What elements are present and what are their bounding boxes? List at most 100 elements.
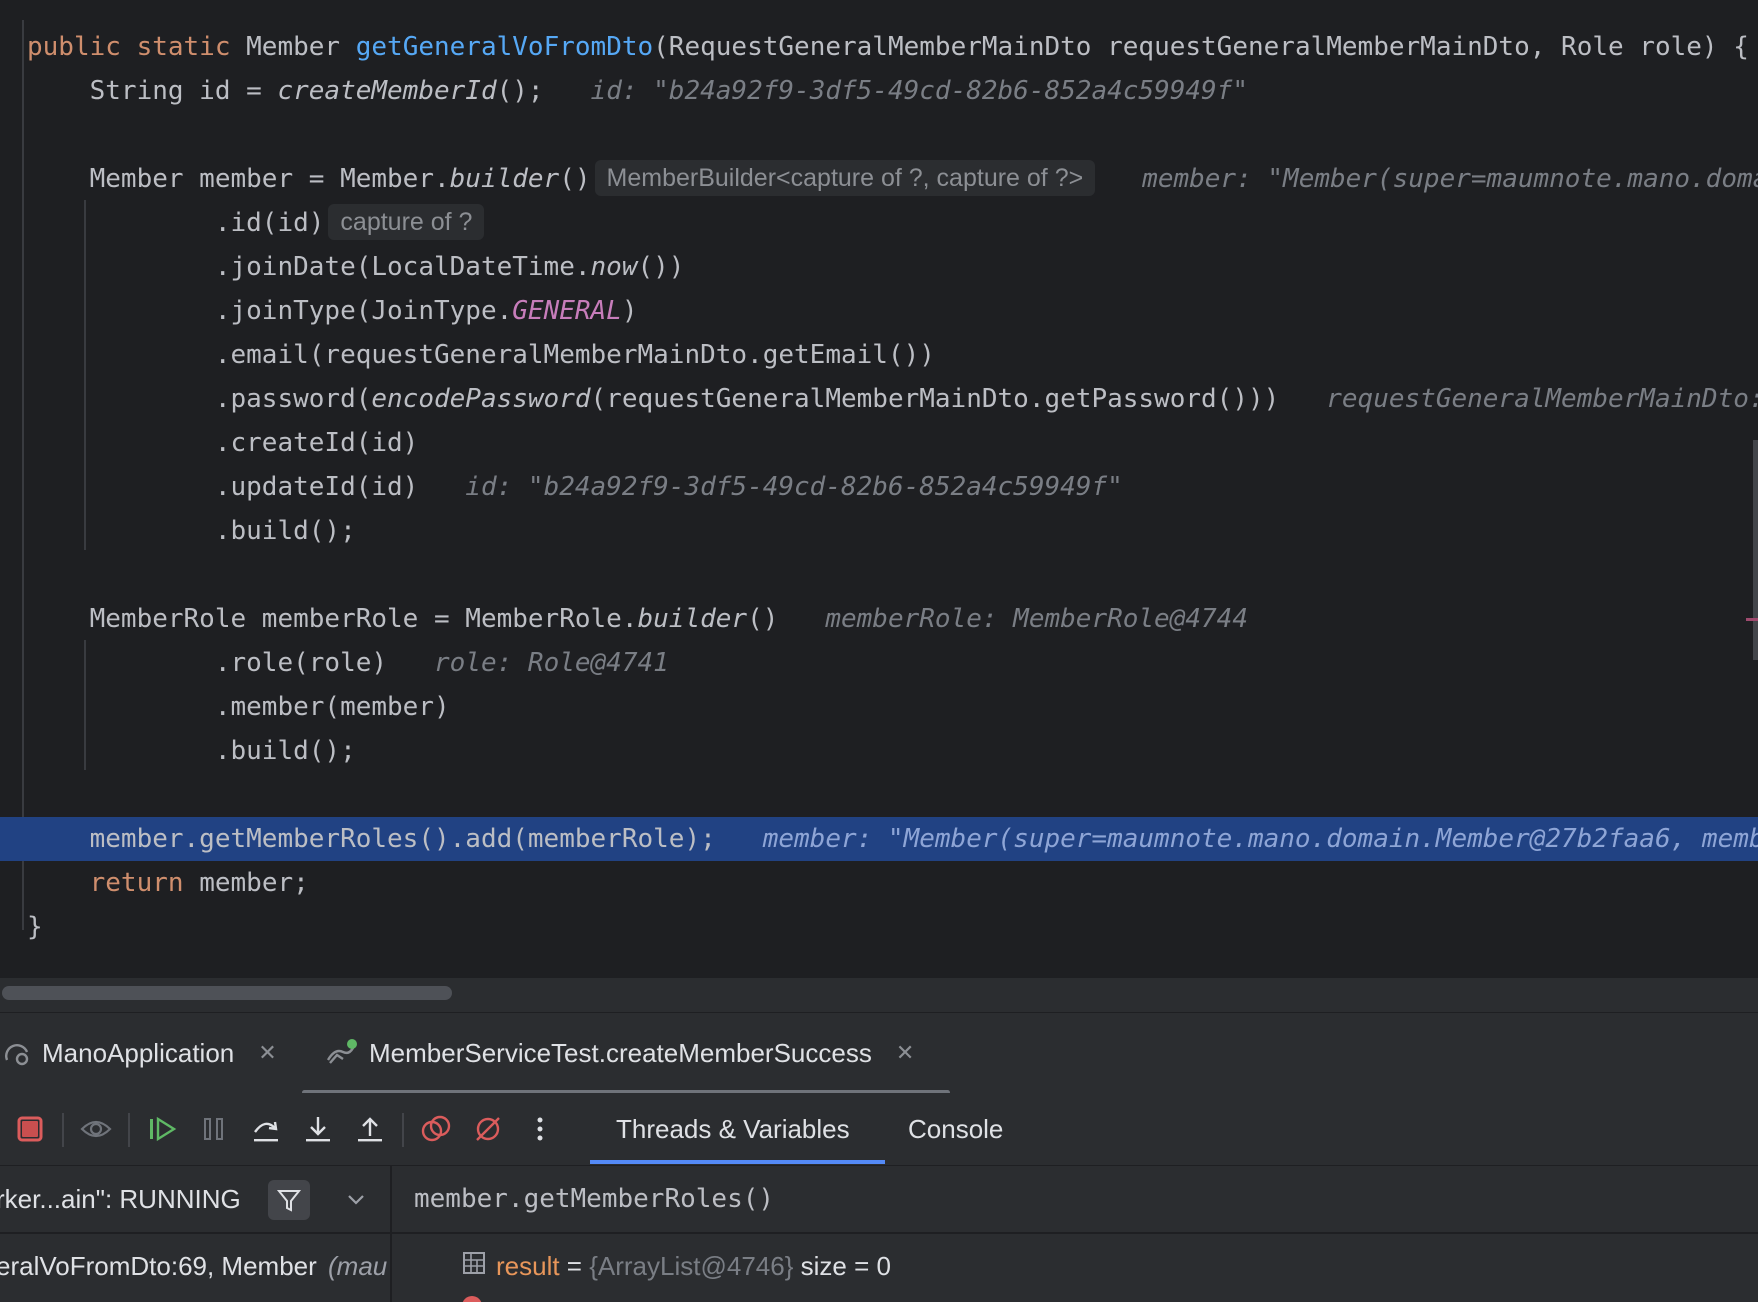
expression-text: member.getMemberRoles() xyxy=(414,1184,775,1214)
tab-threads-variables[interactable]: Threads & Variables xyxy=(616,1093,850,1165)
code-token: String id = xyxy=(27,76,278,106)
view-breakpoints-icon[interactable] xyxy=(78,1111,114,1147)
code-line[interactable]: return member; xyxy=(0,861,1758,905)
code-line[interactable]: .member(member) xyxy=(0,685,1758,729)
code-token: member; xyxy=(199,868,309,898)
scrollbar-thumb[interactable] xyxy=(2,986,452,1000)
code-line[interactable]: .build(); xyxy=(0,509,1758,553)
code-line[interactable]: } xyxy=(0,905,1758,948)
thread-selector[interactable]: rker...ain": RUNNING xyxy=(0,1166,390,1234)
code-line[interactable] xyxy=(0,773,1758,817)
code-line[interactable]: Member member = Member.builder() MemberBu… xyxy=(0,157,1758,201)
toolbar-separator xyxy=(402,1113,404,1147)
toolbar-separator xyxy=(62,1113,64,1147)
code-token: .updateId(id) xyxy=(27,472,419,502)
chevron-down-icon[interactable] xyxy=(344,1184,368,1219)
code-token: (); xyxy=(496,76,575,106)
thread-label: rker...ain": RUNNING xyxy=(0,1184,241,1214)
variable-row[interactable]: result = {ArrayList@4746} size = 0 xyxy=(462,1234,891,1298)
code-text: .createId(id) xyxy=(27,421,419,465)
inline-debug-value: id: "b24a92f9-3df5-49cd-82b6-852a4c59949… xyxy=(418,472,1123,502)
code-line[interactable]: .id(id) capture of ? xyxy=(0,201,1758,245)
execution-line[interactable]: member.getMemberRoles().add(memberRole);… xyxy=(0,817,1758,861)
inline-debug-value: id: "b24a92f9-3df5-49cd-82b6-852a4c59949… xyxy=(574,76,1248,106)
stop-icon[interactable] xyxy=(12,1111,48,1147)
code-text: MemberRole memberRole = MemberRole.build… xyxy=(27,597,1248,641)
evaluate-expression-field[interactable]: member.getMemberRoles() xyxy=(392,1166,1758,1234)
code-text: .email(requestGeneralMemberMainDto.getEm… xyxy=(27,333,935,377)
code-token: () xyxy=(747,604,779,634)
rerun-breakpoints-icon[interactable] xyxy=(418,1111,454,1147)
code-line[interactable]: .email(requestGeneralMemberMainDto.getEm… xyxy=(0,333,1758,377)
resume-icon[interactable] xyxy=(144,1111,180,1147)
run-tabs-bar: ManoApplication ✕ MemberServiceTest.crea… xyxy=(0,1012,1758,1094)
step-out-icon[interactable] xyxy=(352,1111,388,1147)
code-token: public static xyxy=(27,32,247,62)
code-line[interactable]: MemberRole memberRole = MemberRole.build… xyxy=(0,597,1758,641)
step-over-icon[interactable] xyxy=(248,1111,284,1147)
code-text: .updateId(id) id: "b24a92f9-3df5-49cd-82… xyxy=(27,465,1123,509)
variable-type: {ArrayList@4746} xyxy=(589,1251,794,1281)
debug-toolbar: Threads & Variables Console xyxy=(0,1093,1758,1166)
code-token: .password( xyxy=(27,384,372,414)
inlay-type-hint: capture of ? xyxy=(328,203,485,240)
toolbar-separator xyxy=(128,1113,130,1147)
code-line[interactable]: .updateId(id) id: "b24a92f9-3df5-49cd-82… xyxy=(0,465,1758,509)
tab-mano-application[interactable]: ManoApplication ✕ xyxy=(2,1013,277,1093)
code-token: (requestGeneralMemberMainDto.getPassword… xyxy=(590,384,1280,414)
filter-icon[interactable] xyxy=(268,1180,310,1220)
variable-name: result xyxy=(496,1251,560,1281)
code-text: public static Member getGeneralVoFromDto… xyxy=(27,25,1749,69)
test-run-icon xyxy=(325,1038,359,1068)
code-line[interactable] xyxy=(0,113,1758,157)
code-token: GENERAL xyxy=(512,296,622,326)
code-text: .role(role) role: Role@4741 xyxy=(27,641,669,685)
tab-label: ManoApplication xyxy=(42,1037,235,1068)
code-text: .joinDate(LocalDateTime.now()) xyxy=(27,245,685,289)
code-line[interactable]: .role(role) role: Role@4741 xyxy=(0,641,1758,685)
more-options-icon[interactable] xyxy=(522,1111,558,1147)
stack-frame[interactable]: eralVoFromDto:69, Member (mau xyxy=(0,1234,390,1298)
code-line[interactable]: .password(encodePassword(requestGeneralM… xyxy=(0,377,1758,421)
code-token: getGeneralVoFromDto xyxy=(355,32,654,62)
code-text: member.getMemberRoles().add(memberRole);… xyxy=(27,817,1758,861)
active-tab-indicator xyxy=(590,1160,885,1164)
code-line[interactable]: .joinType(JoinType.GENERAL) xyxy=(0,289,1758,333)
code-line[interactable]: public static Member getGeneralVoFromDto… xyxy=(0,25,1758,69)
code-line[interactable] xyxy=(0,553,1758,597)
code-editor[interactable]: public static Member getGeneralVoFromDto… xyxy=(0,0,1758,948)
code-token: } xyxy=(27,912,43,942)
code-token: .id(id) xyxy=(27,208,325,238)
inline-debug-value: member: "Member(super=maumnote.mano.doma… xyxy=(1142,164,1758,194)
code-text: .joinType(JoinType.GENERAL) xyxy=(27,289,638,333)
code-text: String id = createMemberId(); id: "b24a9… xyxy=(27,69,1248,113)
code-text: .password(encodePassword(requestGeneralM… xyxy=(27,377,1758,421)
code-token: (RequestGeneralMemberMainDto requestGene… xyxy=(653,32,1749,62)
code-line[interactable]: String id = createMemberId(); id: "b24a9… xyxy=(0,69,1758,113)
mute-breakpoints-icon[interactable] xyxy=(470,1111,506,1147)
code-token: .member(member) xyxy=(27,692,450,722)
frame-method: eralVoFromDto:69, Member xyxy=(0,1251,317,1281)
code-token: Member xyxy=(246,32,356,62)
inline-debug-value: memberRole: MemberRole@4744 xyxy=(778,604,1248,634)
code-token: ()) xyxy=(637,252,685,282)
tab-member-service-test[interactable]: MemberServiceTest.createMemberSuccess ✕ xyxy=(325,1013,914,1093)
code-token: .joinDate(LocalDateTime. xyxy=(27,252,591,282)
tab-label: MemberServiceTest.createMemberSuccess xyxy=(369,1037,872,1068)
code-line[interactable]: .joinDate(LocalDateTime.now()) xyxy=(0,245,1758,289)
frame-package: (mau xyxy=(320,1251,388,1281)
variable-equals: = xyxy=(559,1251,590,1281)
close-icon[interactable]: ✕ xyxy=(896,1040,914,1066)
inline-debug-value: member: "Member(super=maumnote.mano.doma… xyxy=(715,824,1758,854)
pause-icon[interactable] xyxy=(196,1111,232,1147)
step-into-icon[interactable] xyxy=(300,1111,336,1147)
code-token: .joinType(JoinType. xyxy=(27,296,513,326)
code-line[interactable]: .build(); xyxy=(0,729,1758,773)
spring-boot-icon xyxy=(2,1038,32,1068)
code-text: return member; xyxy=(27,861,309,905)
code-line[interactable]: .createId(id) xyxy=(0,421,1758,465)
code-text: .build(); xyxy=(27,509,356,553)
close-icon[interactable]: ✕ xyxy=(258,1040,276,1066)
code-token: builder xyxy=(637,604,748,634)
tab-console[interactable]: Console xyxy=(908,1093,1003,1165)
